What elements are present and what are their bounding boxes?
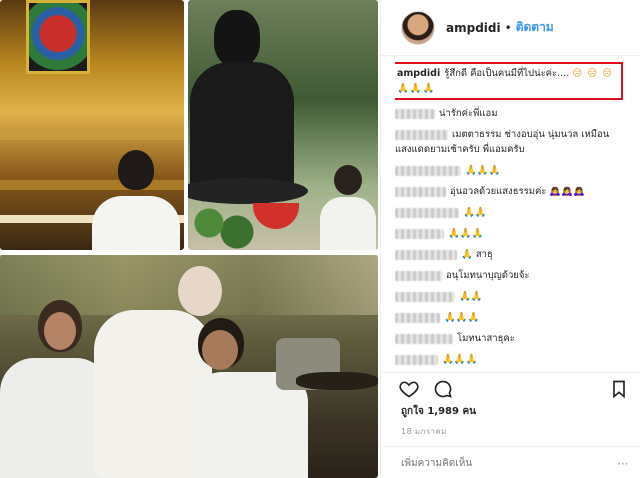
thangka-painting bbox=[26, 0, 90, 74]
comment-row: 🙏🙏🙏 bbox=[395, 226, 635, 241]
bookmark-icon[interactable] bbox=[609, 379, 629, 399]
avatar[interactable] bbox=[401, 10, 435, 45]
comment-row: อนุโมทนาบุญด้วยจ้ะ bbox=[395, 268, 635, 283]
comment-row: 🙏🙏🙏 bbox=[395, 163, 635, 178]
post-panel: ampdidi • ติดตาม ampdidi รู้สึกดี คือเป็น… bbox=[380, 0, 640, 478]
blurred-username bbox=[395, 186, 446, 197]
blurred-username bbox=[395, 354, 438, 365]
comment-icon[interactable] bbox=[433, 379, 453, 399]
post-date: 18 มกราคม bbox=[401, 427, 447, 436]
comment-row: 🙏🙏 bbox=[395, 205, 635, 220]
comment-text: 🙏🙏🙏 bbox=[465, 165, 501, 176]
comment-text: 🙏🙏🙏 bbox=[442, 354, 478, 365]
photo-collage bbox=[0, 0, 380, 478]
blurred-username bbox=[395, 333, 453, 344]
comment-text: 🙏🙏🙏 bbox=[444, 312, 480, 323]
photo-altar bbox=[0, 0, 184, 250]
comment-row: น่ารักค่ะพี่แอม bbox=[395, 106, 635, 121]
blurred-username bbox=[395, 165, 461, 176]
follow-button[interactable]: ติดตาม bbox=[516, 18, 554, 37]
comment-row: 🙏🙏🙏 bbox=[395, 310, 635, 325]
blurred-username bbox=[395, 312, 440, 323]
comment-text: 🙏 สาธุ bbox=[461, 249, 493, 260]
blurred-username bbox=[395, 129, 448, 140]
photo-buddha-statue bbox=[188, 0, 378, 250]
comment-row: 🙏🙏 bbox=[395, 289, 635, 304]
comments-list[interactable]: ampdidi รู้สึกดี คือเป็นคนมีที่ไปน่ะค่ะ..… bbox=[395, 62, 635, 370]
buddha-body bbox=[190, 62, 294, 192]
comment-text: 🙏🙏 bbox=[463, 207, 487, 218]
comment-row: 🙏 สาธุ bbox=[395, 247, 635, 262]
separator-dot: • bbox=[504, 20, 512, 35]
caption-text: รู้สึกดี คือเป็นคนมีที่ไปน่ะค่ะ.... bbox=[444, 68, 570, 79]
table bbox=[296, 372, 378, 390]
caption-username[interactable]: ampdidi bbox=[397, 68, 440, 79]
comment-row: 🙏🙏🙏 bbox=[395, 352, 635, 367]
blurred-username bbox=[395, 207, 459, 218]
comment-row: เมตตาธรรม ช่างอบอุ่น นุ่มนวล เหมือนแสงแด… bbox=[395, 127, 635, 157]
post-header: ampdidi • ติดตาม bbox=[381, 0, 640, 56]
comment-text: โมทนาสาธุคะ bbox=[457, 333, 515, 344]
comment-text: 🙏🙏 bbox=[459, 291, 483, 302]
caption: ampdidi รู้สึกดี คือเป็นคนมีที่ไปน่ะค่ะ..… bbox=[395, 62, 623, 100]
likes-count[interactable]: ถูกใจ 1,989 คน bbox=[401, 404, 476, 419]
comment-text: 🙏🙏🙏 bbox=[448, 228, 484, 239]
blurred-username bbox=[395, 270, 442, 281]
comment-row: อุ่นอวลด้วยแสงธรรมค่ะ 🙇‍♀️🙇‍♀️🙇‍♀️ bbox=[395, 184, 635, 199]
comment-text: อุ่นอวลด้วยแสงธรรมค่ะ 🙇‍♀️🙇‍♀️🙇‍♀️ bbox=[450, 186, 585, 197]
comment-row: โมทนาสาธุคะ bbox=[395, 331, 635, 346]
buddha-base bbox=[188, 178, 308, 204]
heart-icon[interactable] bbox=[399, 379, 419, 399]
blurred-username bbox=[395, 108, 435, 119]
comment-text: อนุโมทนาบุญด้วยจ้ะ bbox=[446, 270, 530, 281]
plants bbox=[188, 205, 258, 250]
blurred-username bbox=[395, 249, 457, 260]
action-bar bbox=[381, 372, 640, 402]
add-comment-input[interactable] bbox=[401, 455, 601, 471]
person-in-white bbox=[320, 165, 376, 250]
person-in-white bbox=[92, 150, 180, 250]
altar-shelf bbox=[0, 130, 184, 140]
red-bowl bbox=[253, 203, 299, 229]
blurred-username bbox=[395, 291, 455, 302]
header-username[interactable]: ampdidi bbox=[446, 21, 501, 35]
comment-text: น่ารักค่ะพี่แอม bbox=[439, 108, 498, 119]
buddha-head bbox=[214, 10, 260, 66]
add-comment-bar: ··· bbox=[381, 446, 640, 478]
more-options-button[interactable]: ··· bbox=[617, 457, 628, 471]
blurred-username bbox=[395, 228, 444, 239]
